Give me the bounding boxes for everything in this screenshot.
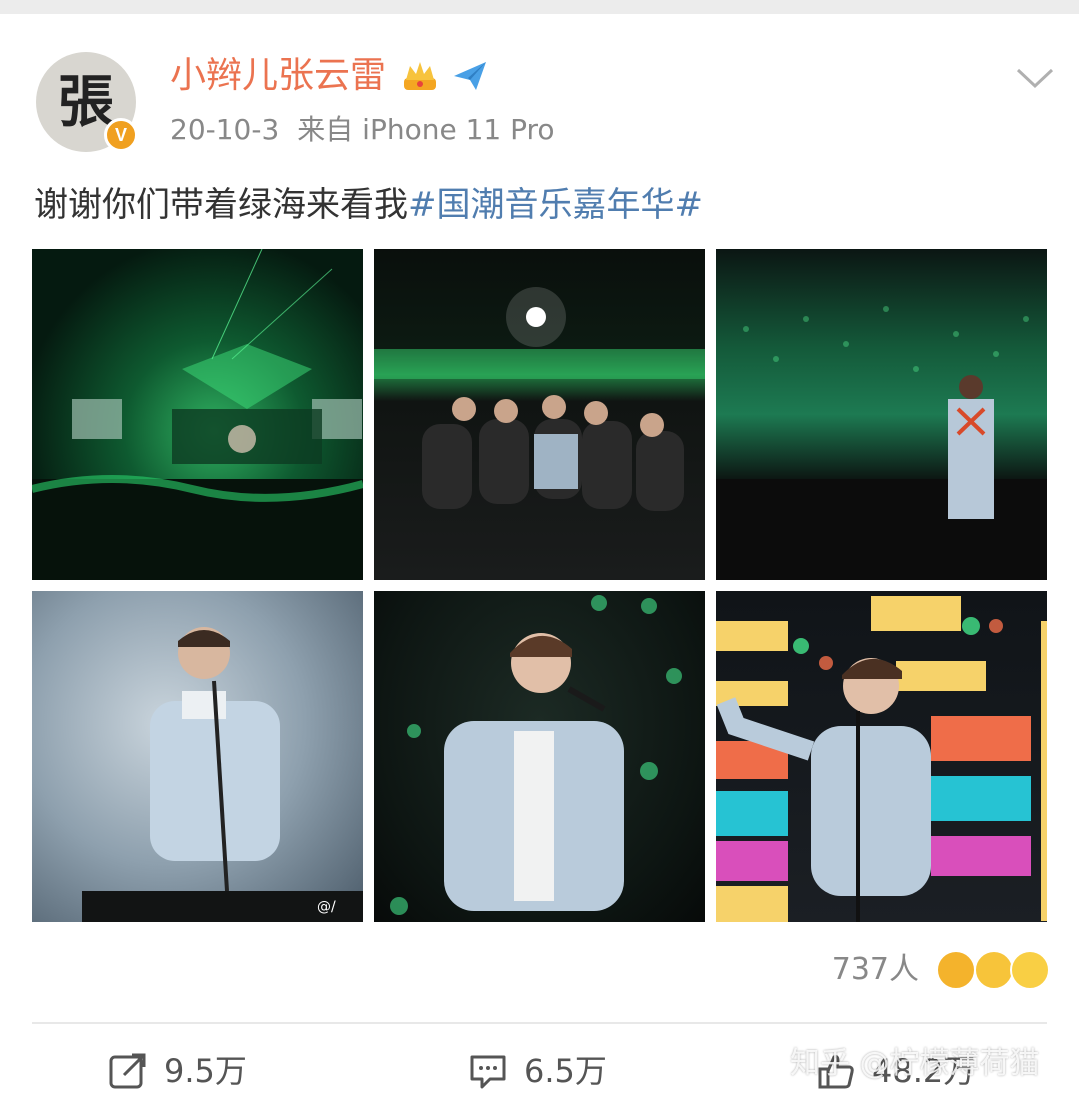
photo-1[interactable] bbox=[32, 249, 363, 580]
photo-4[interactable]: @/ bbox=[32, 591, 363, 922]
photo-1-art bbox=[32, 249, 363, 580]
photo-6-art bbox=[716, 596, 1047, 922]
verified-badge-label: V bbox=[114, 124, 127, 145]
comment-icon bbox=[470, 1055, 506, 1089]
post-text: 谢谢你们带着绿海来看我#国潮音乐嘉年华# bbox=[34, 182, 703, 228]
photo-3-art bbox=[716, 306, 1047, 580]
verified-badge-icon: V bbox=[104, 118, 138, 152]
photo-3[interactable] bbox=[716, 249, 1047, 580]
laughing-emoji-icon bbox=[936, 950, 976, 990]
photo-5-art bbox=[390, 595, 682, 915]
photo-2[interactable] bbox=[374, 249, 705, 580]
repost-icon bbox=[109, 1053, 146, 1089]
comment-button[interactable]: 6.5万 bbox=[468, 1048, 607, 1094]
post-date: 20-10-3 bbox=[170, 113, 280, 146]
status-bar-strip bbox=[0, 0, 1079, 14]
photo-5[interactable] bbox=[374, 591, 705, 922]
post-meta: 20-10-3 来自 iPhone 11 Pro bbox=[170, 112, 555, 148]
photo-6[interactable] bbox=[716, 591, 1047, 922]
username[interactable]: 小辫儿张云雷 bbox=[170, 54, 386, 98]
grinning-emoji-icon bbox=[1010, 950, 1050, 990]
post-source: 来自 iPhone 11 Pro bbox=[297, 113, 555, 146]
hashtag-link[interactable]: #国潮音乐嘉年华# bbox=[408, 185, 703, 225]
repost-count: 9.5万 bbox=[164, 1052, 247, 1090]
reaction-count[interactable]: 737人 bbox=[832, 950, 919, 990]
crown-icon[interactable] bbox=[400, 56, 440, 96]
comment-count: 6.5万 bbox=[524, 1052, 607, 1090]
post-text-body: 谢谢你们带着绿海来看我 bbox=[34, 185, 408, 225]
repost-button[interactable]: 9.5万 bbox=[108, 1048, 247, 1094]
chevron-down-icon[interactable] bbox=[1010, 62, 1060, 92]
photo-2-art bbox=[374, 287, 705, 511]
photo-watermark: @/ bbox=[317, 899, 336, 915]
divider bbox=[32, 1022, 1047, 1024]
photo-4-art: @/ bbox=[82, 627, 363, 922]
zhihu-watermark: 知乎 @柠檬薄荷猫 bbox=[790, 1046, 1040, 1081]
send-plane-icon[interactable] bbox=[450, 56, 490, 96]
surprised-emoji-icon bbox=[974, 950, 1014, 990]
